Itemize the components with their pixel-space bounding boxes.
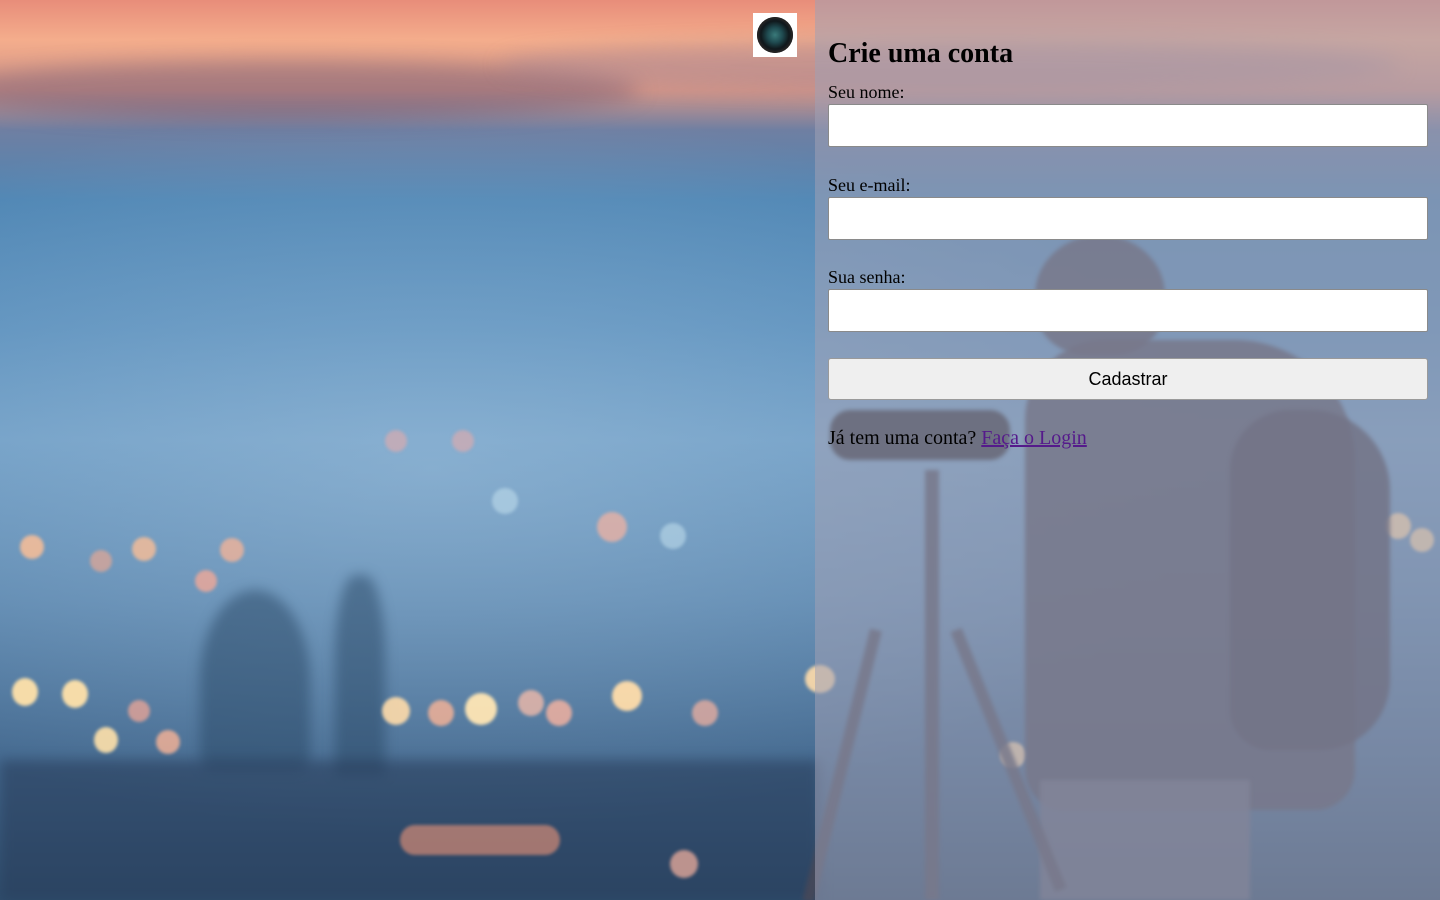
bokeh-light <box>382 697 410 725</box>
bokeh-light <box>692 700 718 726</box>
background-building <box>335 575 385 775</box>
bokeh-light <box>62 680 88 708</box>
login-prompt-text: Já tem uma conta? <box>828 427 977 449</box>
signup-button[interactable]: Cadastrar <box>828 358 1428 400</box>
logo <box>753 13 797 57</box>
bokeh-light <box>94 727 118 753</box>
bokeh-light <box>195 570 217 592</box>
bokeh-light <box>400 825 560 855</box>
name-label: Seu nome: <box>828 82 905 102</box>
bokeh-light <box>452 430 474 452</box>
password-label: Sua senha: <box>828 267 906 287</box>
signup-form: Crie uma conta Seu nome: Seu e-mail: Sua… <box>828 28 1428 449</box>
bokeh-light <box>385 430 407 452</box>
password-input[interactable] <box>828 289 1428 332</box>
email-input[interactable] <box>828 197 1428 240</box>
bokeh-light <box>128 700 150 722</box>
bokeh-light <box>660 523 686 549</box>
email-label: Seu e-mail: <box>828 175 911 195</box>
login-link[interactable]: Faça o Login <box>981 427 1087 449</box>
camera-lens-icon <box>757 17 793 53</box>
bokeh-light <box>90 550 112 572</box>
bokeh-light <box>492 488 518 514</box>
bokeh-light <box>132 537 156 561</box>
bokeh-light <box>670 850 698 878</box>
bokeh-light <box>465 693 497 725</box>
bokeh-light <box>156 730 180 754</box>
bokeh-light <box>546 700 572 726</box>
bokeh-light <box>12 678 38 706</box>
bokeh-light <box>428 700 454 726</box>
bokeh-light <box>220 538 244 562</box>
page-title: Crie uma conta <box>828 38 1014 69</box>
bokeh-light <box>612 681 642 711</box>
background-building <box>200 590 310 770</box>
bokeh-light <box>518 690 544 716</box>
name-input[interactable] <box>828 104 1428 147</box>
login-prompt-line: Já tem uma conta? Faça o Login <box>828 427 1428 449</box>
bokeh-light <box>597 512 627 542</box>
bokeh-light <box>20 535 44 559</box>
